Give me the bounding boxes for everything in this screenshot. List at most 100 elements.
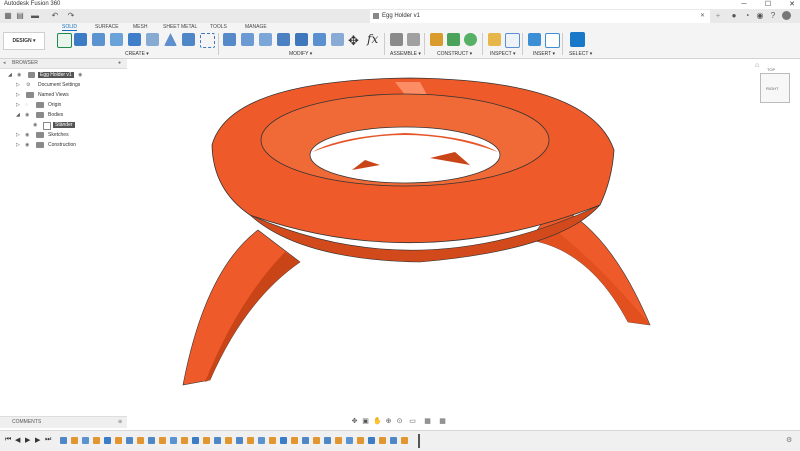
section-analysis-icon[interactable]: [505, 33, 520, 48]
timeline-feature-icon[interactable]: [269, 437, 276, 444]
pan-icon[interactable]: ✋: [373, 417, 382, 426]
revolve-icon[interactable]: [110, 33, 123, 46]
modify-menu[interactable]: MODIFY ▾: [289, 51, 312, 57]
timeline-feature-icon[interactable]: [291, 437, 298, 444]
fillet-icon[interactable]: [241, 33, 254, 46]
combine-icon[interactable]: [331, 33, 344, 46]
notifications-icon[interactable]: ◉: [755, 11, 765, 21]
data-panel-icon[interactable]: ▦: [3, 11, 13, 21]
timeline-settings-icon[interactable]: ⚙: [786, 436, 792, 444]
parameters-icon[interactable]: fx: [367, 32, 378, 46]
timeline-feature-icon[interactable]: [148, 437, 155, 444]
step-back-icon[interactable]: ◀: [15, 436, 20, 444]
timeline-feature-icon[interactable]: [192, 437, 199, 444]
draft-icon[interactable]: [295, 33, 308, 46]
assemble-menu[interactable]: ASSEMBLE ▾: [390, 51, 421, 57]
zoom-icon[interactable]: ⊕: [384, 417, 393, 426]
visibility-icon[interactable]: ◉: [25, 112, 29, 118]
panel-pin-icon[interactable]: ●: [118, 60, 121, 66]
document-tab[interactable]: Egg Holder v1 ✕: [370, 10, 710, 23]
play-icon[interactable]: ▶: [25, 436, 30, 444]
look-at-icon[interactable]: ▣: [361, 417, 370, 426]
expand-arrow-icon[interactable]: ▷: [16, 92, 20, 98]
browser-item-construction[interactable]: ▷ ◉ Construction: [0, 140, 126, 150]
offset-plane-icon[interactable]: [430, 33, 443, 46]
tab-mesh[interactable]: MESH: [133, 24, 147, 30]
select-menu[interactable]: SELECT ▾: [569, 51, 592, 57]
measure-icon[interactable]: [488, 33, 501, 46]
go-to-end-icon[interactable]: ⏭: [45, 436, 51, 444]
timeline-feature-icon[interactable]: [170, 437, 177, 444]
file-menu-icon[interactable]: ▤: [15, 11, 25, 21]
create-menu[interactable]: CREATE ▾: [125, 51, 149, 57]
move-icon[interactable]: ✥: [348, 33, 359, 49]
redo-icon[interactable]: ↷: [66, 11, 76, 21]
create-sketch-icon[interactable]: [57, 33, 72, 48]
fit-icon[interactable]: ⊙: [395, 417, 404, 426]
add-comment-icon[interactable]: ⊕: [118, 419, 122, 425]
avatar[interactable]: [782, 11, 791, 20]
expand-arrow-icon[interactable]: ▷: [16, 102, 20, 108]
canvas-viewport[interactable]: TOP RIGHT ⌂: [127, 59, 800, 415]
select-icon[interactable]: [570, 32, 585, 47]
timeline-feature-icon[interactable]: [60, 437, 67, 444]
browser-root[interactable]: ◢ ◉ Egg Holder v1 ◉: [0, 70, 126, 80]
expand-arrow-icon[interactable]: ▷: [16, 82, 20, 88]
midplane-icon[interactable]: [464, 33, 477, 46]
extensions-icon[interactable]: ●: [729, 11, 739, 21]
timeline-feature-icon[interactable]: [159, 437, 166, 444]
timeline-feature-icon[interactable]: [225, 437, 232, 444]
browser-item-document-settings[interactable]: ▷ ⚙ Document Settings: [0, 80, 126, 90]
plane-at-angle-icon[interactable]: [447, 33, 460, 46]
visibility-icon[interactable]: ◉: [33, 122, 37, 128]
tab-tools[interactable]: TOOLS: [210, 24, 227, 30]
browser-item-named-views[interactable]: ▷ Named Views: [0, 90, 126, 100]
collapse-icon[interactable]: ◂: [3, 60, 6, 66]
create-form-icon[interactable]: [74, 33, 87, 46]
timeline-feature-icon[interactable]: [126, 437, 133, 444]
step-forward-icon[interactable]: ▶: [35, 436, 40, 444]
visibility-icon[interactable]: ◉: [25, 132, 29, 138]
new-tab-icon[interactable]: +: [713, 11, 723, 21]
box-icon[interactable]: [146, 33, 159, 46]
grid-settings-icon[interactable]: ▦: [423, 417, 432, 426]
minimize-button[interactable]: ─: [736, 0, 752, 9]
job-status-icon[interactable]: ◔: [742, 11, 752, 21]
expand-arrow-icon[interactable]: ▷: [16, 142, 20, 148]
display-settings-icon[interactable]: ▭: [408, 417, 417, 426]
timeline-feature-icon[interactable]: [214, 437, 221, 444]
timeline-feature-icon[interactable]: [93, 437, 100, 444]
home-icon[interactable]: ⌂: [755, 62, 759, 69]
go-to-start-icon[interactable]: ⏮: [5, 436, 11, 444]
help-icon[interactable]: ?: [768, 11, 778, 21]
timeline-feature-icon[interactable]: [71, 437, 78, 444]
close-button[interactable]: ✕: [784, 0, 800, 9]
visibility-icon[interactable]: ◉: [25, 142, 29, 148]
undo-icon[interactable]: ↶: [50, 11, 60, 21]
tab-surface[interactable]: SURFACE: [95, 24, 119, 30]
mirror-icon[interactable]: [182, 33, 195, 46]
insert-menu[interactable]: INSERT ▾: [533, 51, 555, 57]
timeline-feature-icon[interactable]: [313, 437, 320, 444]
browser-item-bodies[interactable]: ◢ ◉ Bodies: [0, 110, 126, 120]
pattern-icon[interactable]: [200, 33, 215, 48]
viewports-icon[interactable]: ▦: [438, 417, 447, 426]
timeline-feature-icon[interactable]: [401, 437, 408, 444]
inspect-menu[interactable]: INSPECT ▾: [490, 51, 515, 57]
scale-icon[interactable]: [313, 33, 326, 46]
timeline-feature-icon[interactable]: [357, 437, 364, 444]
timeline-feature-icon[interactable]: [390, 437, 397, 444]
construct-menu[interactable]: CONSTRUCT ▾: [437, 51, 472, 57]
orbit-icon[interactable]: ✥: [350, 417, 359, 426]
maximize-button[interactable]: ☐: [760, 0, 776, 9]
press-pull-icon[interactable]: [223, 33, 236, 46]
browser-item-origin[interactable]: ▷ ◌ Origin: [0, 100, 126, 110]
timeline-feature-icon[interactable]: [104, 437, 111, 444]
timeline-feature-icon[interactable]: [368, 437, 375, 444]
timeline-feature-icon[interactable]: [247, 437, 254, 444]
insert-mesh-icon[interactable]: [545, 33, 560, 48]
expand-arrow-icon[interactable]: ◢: [8, 72, 12, 78]
visibility-icon[interactable]: ◉: [17, 72, 21, 78]
tab-sheet-metal[interactable]: SHEET METAL: [163, 24, 197, 30]
activate-icon[interactable]: ◉: [78, 72, 82, 78]
